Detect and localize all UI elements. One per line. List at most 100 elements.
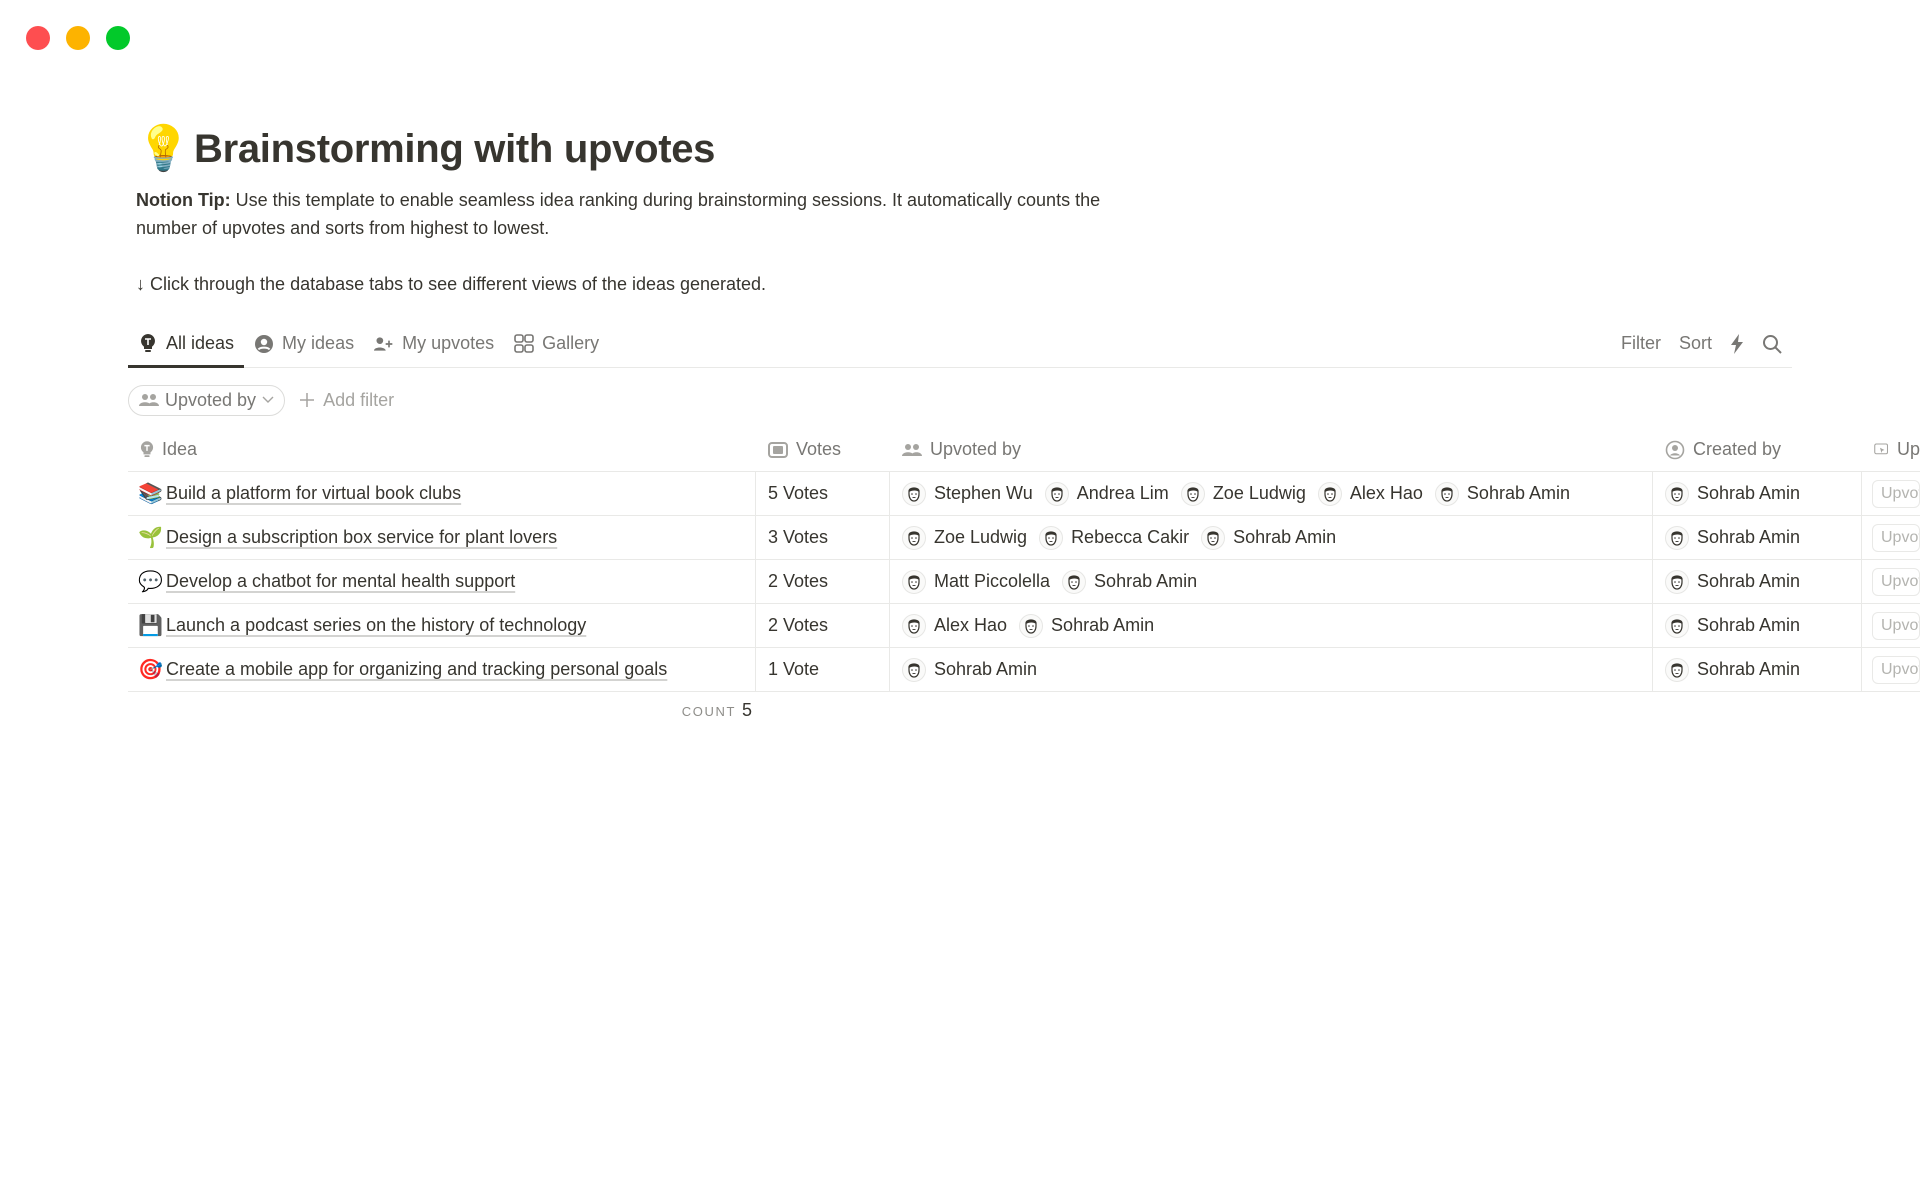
created-by-cell[interactable]: Sohrab Amin <box>1653 516 1862 559</box>
idea-cell[interactable]: 💾 Launch a podcast series on the history… <box>128 604 756 647</box>
tip-label: Notion Tip: <box>136 190 231 210</box>
person-tag[interactable]: Zoe Ludwig <box>902 525 1027 550</box>
avatar <box>1434 481 1459 506</box>
column-header-created-by[interactable]: Created by <box>1653 428 1862 471</box>
window-controls <box>26 26 130 50</box>
people-icon <box>902 443 922 456</box>
upvote-button[interactable]: Upvote <box>1872 479 1920 508</box>
filter-button[interactable]: Filter <box>1621 333 1661 354</box>
column-header-votes[interactable]: Votes <box>756 428 890 471</box>
upvoted-by-filter-chip[interactable]: Upvoted by <box>128 384 286 416</box>
created-by-cell[interactable]: Sohrab Amin <box>1653 604 1862 647</box>
upvote-button[interactable]: Upvote <box>1872 611 1920 640</box>
person-name: Sohrab Amin <box>1697 615 1801 635</box>
person-name: Sohrab Amin <box>1094 571 1198 591</box>
idea-cell[interactable]: 💬 Develop a chatbot for mental health su… <box>128 560 756 603</box>
person-name: Matt Piccolella <box>934 571 1051 591</box>
idea-title-link[interactable]: Design a subscription box service for pl… <box>166 527 557 548</box>
upvoted-by-cell[interactable]: Sohrab Amin <box>890 648 1653 691</box>
avatar <box>1180 481 1205 506</box>
person-tag[interactable]: Stephen Wu <box>902 481 1033 506</box>
count-summary[interactable]: COUNT 5 <box>128 700 756 721</box>
person-tag[interactable]: Sohrab Amin <box>1665 657 1800 682</box>
tab-gallery[interactable]: Gallery <box>504 320 609 367</box>
idea-title-link[interactable]: Create a mobile app for organizing and t… <box>166 659 667 680</box>
person-tag[interactable]: Alex Hao <box>902 613 1007 638</box>
person-tag[interactable]: Sohrab Amin <box>1201 525 1337 550</box>
database-view-bar: All ideas My ideas My upvotes Gallery Fi… <box>128 320 1792 368</box>
person-tag[interactable]: Andrea Lim <box>1044 481 1169 506</box>
tab-my-upvotes[interactable]: My upvotes <box>364 320 504 367</box>
lightning-icon <box>1731 333 1743 354</box>
idea-cell[interactable]: 🌱 Design a subscription box service for … <box>128 516 756 559</box>
column-header-idea[interactable]: Idea <box>128 428 756 471</box>
close-window-button[interactable] <box>26 26 50 50</box>
tab-my-ideas[interactable]: My ideas <box>244 320 364 367</box>
idea-icon: 🎯 <box>138 659 163 681</box>
column-header-upvote[interactable]: Up <box>1862 428 1920 471</box>
idea-title-link[interactable]: Launch a podcast series on the history o… <box>166 615 586 636</box>
table-row[interactable]: 💬 Develop a chatbot for mental health su… <box>128 560 1920 604</box>
person-tag[interactable]: Sohrab Amin <box>1665 613 1801 638</box>
person-tag[interactable]: Zoe Ludwig <box>1180 481 1306 506</box>
upvote-cell: Upvote <box>1862 604 1920 647</box>
idea-cell[interactable]: 📚 Build a platform for virtual book club… <box>128 472 756 515</box>
tab-all-ideas[interactable]: All ideas <box>128 320 245 368</box>
person-name: Sohrab Amin <box>1697 571 1801 591</box>
person-tag[interactable]: Rebecca Cakir <box>1039 525 1189 550</box>
upvote-cell: Upvote <box>1862 560 1920 603</box>
upvoted-by-cell[interactable]: Alex Hao Sohrab Amin <box>890 604 1653 647</box>
person-tag[interactable]: Sohrab Amin <box>1665 481 1800 506</box>
person-name: Sohrab Amin <box>1233 527 1337 547</box>
page-title[interactable]: Brainstorming with upvotes <box>194 127 715 172</box>
search-button[interactable] <box>1762 334 1782 354</box>
button-cursor-icon <box>1874 442 1889 454</box>
idea-icon: 💬 <box>138 571 163 593</box>
idea-title-link[interactable]: Build a platform for virtual book clubs <box>166 483 461 504</box>
upvote-button[interactable]: Upvote <box>1872 523 1920 552</box>
created-by-cell[interactable]: Sohrab Amin <box>1653 648 1862 691</box>
tip-text: Use this template to enable seamless ide… <box>136 190 1101 238</box>
page-icon[interactable]: 💡 <box>136 127 194 171</box>
upvote-cell: Upvote <box>1862 648 1920 691</box>
sort-button[interactable]: Sort <box>1679 333 1712 354</box>
votes-cell: 1 Vote <box>756 648 890 691</box>
upvote-button[interactable]: Upvote <box>1872 655 1920 684</box>
avatar <box>902 525 926 550</box>
automation-button[interactable] <box>1730 333 1744 354</box>
person-tag[interactable]: Alex Hao <box>1317 481 1423 506</box>
votes-cell: 2 Votes <box>756 560 890 603</box>
person-tag[interactable]: Sohrab Amin <box>1665 525 1800 550</box>
column-header-upvoted-by[interactable]: Upvoted by <box>890 428 1653 471</box>
lightbulb-icon <box>140 440 154 457</box>
person-tag[interactable]: Sohrab Amin <box>1665 569 1801 594</box>
table-row[interactable]: 💾 Launch a podcast series on the history… <box>128 604 1920 648</box>
idea-title-link[interactable]: Develop a chatbot for mental health supp… <box>166 571 515 592</box>
avatar <box>1317 481 1342 506</box>
table-row[interactable]: 🎯 Create a mobile app for organizing and… <box>128 648 1920 692</box>
table-row[interactable]: 🌱 Design a subscription box service for … <box>128 516 1920 560</box>
user-circle-icon <box>1665 440 1685 459</box>
minimize-window-button[interactable] <box>66 26 90 50</box>
idea-cell[interactable]: 🎯 Create a mobile app for organizing and… <box>128 648 756 691</box>
upvote-button[interactable]: Upvote <box>1872 567 1920 596</box>
person-tag[interactable]: Sohrab Amin <box>1019 613 1154 638</box>
user-plus-icon <box>374 334 394 354</box>
created-by-cell[interactable]: Sohrab Amin <box>1653 560 1862 603</box>
upvoted-by-cell[interactable]: Zoe Ludwig Rebecca Cakir Sohrab Amin <box>890 516 1653 559</box>
maximize-window-button[interactable] <box>106 26 130 50</box>
ideas-table: Idea Votes Upvoted by Created by Up 📚 Bu… <box>128 428 1920 692</box>
table-row[interactable]: 📚 Build a platform for virtual book club… <box>128 472 1920 516</box>
created-by-cell[interactable]: Sohrab Amin <box>1653 472 1862 515</box>
person-tag[interactable]: Matt Piccolella <box>902 569 1051 594</box>
idea-icon: 💾 <box>138 615 163 637</box>
votes-cell: 2 Votes <box>756 604 890 647</box>
tab-label: Gallery <box>542 333 600 353</box>
person-tag[interactable]: Sohrab Amin <box>1434 481 1570 506</box>
upvoted-by-cell[interactable]: Matt Piccolella Sohrab Amin <box>890 560 1653 603</box>
person-tag[interactable]: Sohrab Amin <box>902 657 1037 682</box>
person-tag[interactable]: Sohrab Amin <box>1062 569 1198 594</box>
add-filter-button[interactable]: Add filter <box>299 390 394 411</box>
upvoted-by-cell[interactable]: Stephen Wu Andrea Lim Zoe Ludwig Alex Hao So… <box>890 472 1653 515</box>
title-row: 💡 Brainstorming with upvotes <box>136 120 1786 178</box>
